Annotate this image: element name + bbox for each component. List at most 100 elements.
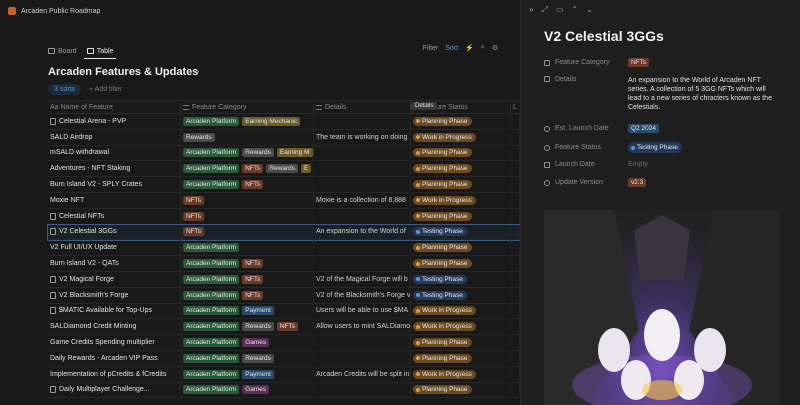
feature-name-cell[interactable]: mSALD withdrawal bbox=[48, 145, 181, 161]
feature-name-cell[interactable]: Daily Rewards - Arcaden VIP Pass bbox=[48, 350, 181, 366]
status-cell[interactable]: Testing Phase bbox=[411, 287, 511, 303]
table-row[interactable]: mSALD withdrawal Arcaden Platform Rewards E… bbox=[48, 145, 520, 162]
table-row[interactable]: Implementation of pCredits & fCredits Arc… bbox=[48, 366, 520, 383]
feature-name-cell[interactable]: Celestial NFTs bbox=[48, 208, 181, 224]
extra-cell[interactable] bbox=[511, 256, 520, 271]
table-row[interactable]: $MATIC Available for Top-Ups Arcaden Plat… bbox=[48, 303, 520, 320]
extra-cell[interactable] bbox=[511, 161, 520, 177]
automation-icon[interactable]: ⚡ bbox=[465, 44, 474, 52]
extra-cell[interactable] bbox=[511, 366, 520, 382]
table-row[interactable]: Burn Island V2 - QATs Arcaden Platform NFT… bbox=[48, 256, 520, 272]
extra-cell[interactable] bbox=[511, 145, 520, 161]
extra-cell[interactable] bbox=[511, 319, 520, 335]
details-cell[interactable]: V2 of the Magical Forge will b bbox=[314, 271, 411, 287]
sort-button[interactable]: Sort bbox=[445, 45, 458, 52]
feature-name-cell[interactable]: Burn Island V2 - SPLY Crates bbox=[48, 177, 181, 192]
table-row[interactable]: Celestial Arena - PVP Arcaden Platform Ear… bbox=[48, 114, 520, 130]
feature-name-cell[interactable]: Celestial Arena - PVP bbox=[48, 114, 181, 129]
category-cell[interactable]: NFTs bbox=[181, 224, 314, 240]
table-row[interactable]: V2 Full UI/UX Update Arcaden Platform Plan… bbox=[48, 240, 520, 257]
status-cell[interactable]: Planning Phase bbox=[411, 208, 511, 224]
status-cell[interactable]: Planning Phase bbox=[411, 382, 511, 398]
chevron-up-icon[interactable]: ⌃ bbox=[571, 5, 578, 15]
status-cell[interactable]: Planning Phase bbox=[411, 114, 511, 129]
extra-cell[interactable] bbox=[511, 129, 520, 145]
feature-name-cell[interactable]: V2 Blacksmith's Forge bbox=[48, 287, 181, 303]
extra-cell[interactable] bbox=[511, 271, 520, 287]
table-row[interactable]: Game Credits Spending multiplier Arcaden … bbox=[48, 335, 520, 351]
feature-name-cell[interactable]: Burn Island V2 - QATs bbox=[48, 256, 181, 271]
status-cell[interactable]: Work in Progress bbox=[411, 303, 511, 319]
category-cell[interactable]: NFTs bbox=[181, 208, 314, 224]
status-cell[interactable]: Testing Phase bbox=[411, 224, 511, 240]
category-cell[interactable]: Rewards bbox=[181, 129, 314, 145]
table-row[interactable]: SALD Airdrop Rewards The team is working o… bbox=[48, 129, 520, 146]
category-cell[interactable]: Arcaden Platform Rewards bbox=[181, 350, 314, 366]
table-row[interactable]: Daily Rewards - Arcaden VIP Pass Arcaden … bbox=[48, 350, 520, 367]
details-cell[interactable]: Moxie is a collection of 8,888 bbox=[314, 192, 411, 208]
extra-cell[interactable] bbox=[511, 240, 520, 256]
details-cell[interactable]: Arcaden Credits will be split in bbox=[314, 366, 411, 382]
details-cell[interactable] bbox=[314, 335, 411, 350]
details-cell[interactable]: V2 of the Blacksmith's Forge v bbox=[314, 287, 411, 303]
details-cell[interactable] bbox=[314, 208, 411, 224]
table-row[interactable]: V2 Celestial 3GGs NFTs An expansion to the… bbox=[47, 223, 521, 242]
column-header-extra[interactable]: L bbox=[511, 101, 520, 113]
extra-cell[interactable] bbox=[511, 303, 520, 319]
details-cell[interactable]: An expansion to the World of bbox=[314, 224, 411, 240]
extra-cell[interactable] bbox=[511, 350, 520, 366]
details-cell[interactable]: Allow users to mint SALDiamo bbox=[314, 319, 411, 335]
extra-cell[interactable] bbox=[511, 382, 520, 398]
category-cell[interactable]: Arcaden Platform Rewards Earning M bbox=[181, 145, 314, 161]
table-row[interactable]: V2 Blacksmith's Forge Arcaden Platform NFT… bbox=[48, 287, 520, 304]
version-tag[interactable]: v2.3 bbox=[628, 178, 647, 187]
status-cell[interactable]: Planning Phase bbox=[411, 350, 511, 366]
status-cell[interactable]: Work in Progress bbox=[411, 366, 511, 382]
status-cell[interactable]: Work in Progress bbox=[411, 192, 511, 208]
column-header-details[interactable]: Details bbox=[314, 101, 411, 113]
details-value[interactable]: An expansion to the World of Arcaden NFT… bbox=[628, 76, 778, 112]
details-cell[interactable] bbox=[314, 256, 411, 271]
status-badge[interactable]: Testing Phase bbox=[628, 142, 682, 153]
category-cell[interactable]: Arcaden Platform Rewards NFTs bbox=[181, 319, 314, 335]
category-cell[interactable]: Arcaden Platform Games bbox=[181, 335, 314, 350]
expand-icon[interactable]: ⤢ bbox=[541, 5, 547, 15]
column-header-name[interactable]: Aa Name of Feature bbox=[48, 101, 181, 113]
status-cell[interactable]: Planning Phase bbox=[411, 177, 511, 192]
table-row[interactable]: V2 Magical Forge Arcaden Platform NFTs V2 o… bbox=[48, 271, 520, 288]
search-icon[interactable]: ⌕ bbox=[481, 44, 485, 52]
category-cell[interactable]: Arcaden Platform NFTs Rewards E bbox=[181, 161, 314, 177]
status-cell[interactable]: Planning Phase bbox=[411, 161, 511, 177]
feature-name-cell[interactable]: Implementation of pCredits & fCredits bbox=[48, 366, 181, 382]
feature-name-cell[interactable]: V2 Full UI/UX Update bbox=[48, 240, 181, 256]
status-cell[interactable]: Planning Phase bbox=[411, 256, 511, 271]
category-cell[interactable]: NFTs bbox=[181, 192, 314, 208]
details-cell[interactable]: The team is working on doing bbox=[314, 129, 411, 145]
details-cell[interactable] bbox=[314, 114, 411, 129]
page-menu-button[interactable]: ··· bbox=[190, 66, 200, 77]
chevron-down-icon[interactable]: ⌄ bbox=[586, 5, 593, 15]
close-panel-icon[interactable]: » bbox=[529, 5, 533, 15]
details-cell[interactable] bbox=[314, 240, 411, 256]
table-row[interactable]: Celestial NFTs NFTs Planning Phase bbox=[48, 208, 520, 225]
feature-name-cell[interactable]: Daily Multiplayer Challenge... bbox=[48, 382, 181, 398]
extra-cell[interactable] bbox=[511, 287, 520, 303]
est-launch-tag[interactable]: Q2 2024 bbox=[628, 124, 659, 133]
table-row[interactable]: SALDiamond Credit Minting Arcaden Platfor… bbox=[48, 319, 520, 336]
launch-date-value[interactable]: Empty bbox=[628, 160, 778, 169]
details-cell[interactable] bbox=[314, 382, 411, 398]
details-cell[interactable] bbox=[314, 145, 411, 161]
category-cell[interactable]: Arcaden Platform Payment bbox=[181, 303, 314, 319]
details-cell[interactable]: Users will be able to use $MA bbox=[314, 303, 411, 319]
status-cell[interactable]: Testing Phase bbox=[411, 271, 511, 287]
status-cell[interactable]: Planning Phase bbox=[411, 335, 511, 350]
table-row[interactable]: Adventures - NFT Staking Arcaden Platform… bbox=[48, 161, 520, 178]
feature-name-cell[interactable]: V2 Magical Forge bbox=[48, 271, 181, 287]
extra-cell[interactable] bbox=[511, 192, 520, 208]
tab-table[interactable]: Table bbox=[86, 48, 117, 55]
feature-name-cell[interactable]: $MATIC Available for Top-Ups bbox=[48, 303, 181, 319]
status-cell[interactable]: Work in Progress bbox=[411, 129, 511, 145]
extra-cell[interactable] bbox=[511, 335, 520, 350]
category-tag[interactable]: NFTs bbox=[628, 58, 650, 67]
category-cell[interactable]: Arcaden Platform NFTs bbox=[181, 271, 314, 287]
